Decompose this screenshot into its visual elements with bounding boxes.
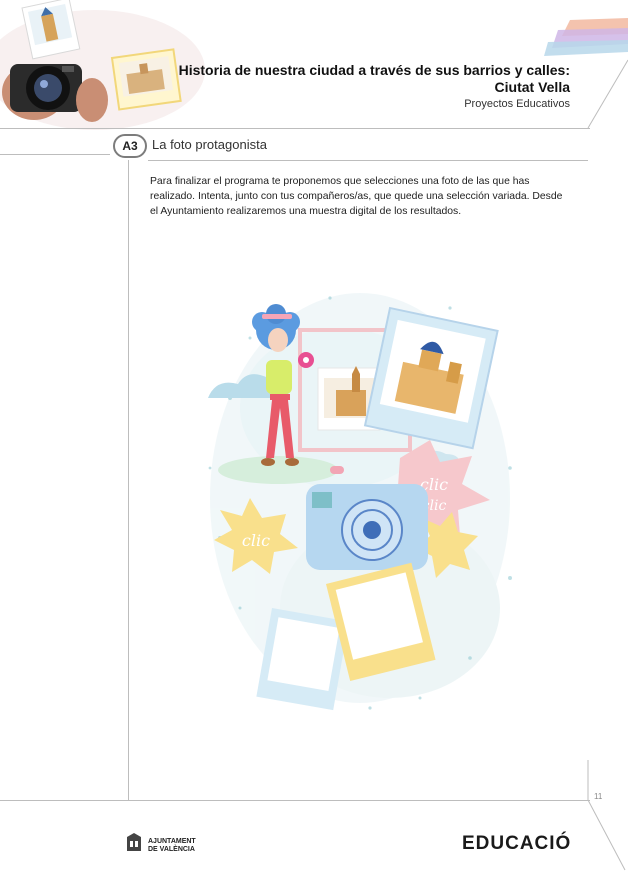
grass-patch	[218, 456, 338, 484]
document-subtitle: Proyectos Educativos	[464, 98, 570, 110]
section-badge: A3	[113, 134, 147, 158]
document-title: Historia de nuestra ciudad a través de s…	[179, 62, 570, 96]
footer-corner-lines	[587, 760, 626, 871]
margin-rule	[128, 160, 129, 800]
header-polaroid-tower	[21, 0, 81, 60]
ayuntamiento-logo-text: AJUNTAMENT DE VALÈNCIA	[148, 838, 196, 854]
header-polaroid-building	[110, 48, 182, 111]
footer-divider	[0, 800, 590, 801]
empty-frame-blue	[256, 608, 349, 711]
ayuntamiento-line2: DE VALÈNCIA	[148, 846, 195, 853]
document-title-line2: Ciutat Vella	[494, 79, 570, 95]
main-illustration: clic clic clic	[208, 293, 512, 711]
document-title-line1: Historia de nuestra ciudad a través de s…	[178, 62, 570, 78]
header-divider	[0, 128, 590, 129]
ayuntamiento-crest-icon	[127, 833, 141, 851]
section-rule-right	[148, 160, 588, 161]
section-rule	[0, 154, 110, 155]
ayuntamiento-line1: AJUNTAMENT	[148, 838, 196, 845]
section-title: La foto protagonista	[152, 137, 267, 152]
star-left-text: clic	[242, 531, 270, 550]
educacio-logo: EDUCACIÓ	[462, 833, 572, 854]
page-number: 11	[594, 792, 603, 801]
photo-large-cathedral	[363, 306, 499, 450]
instructions-paragraph: Para finalizar el programa te proponemos…	[150, 176, 563, 217]
